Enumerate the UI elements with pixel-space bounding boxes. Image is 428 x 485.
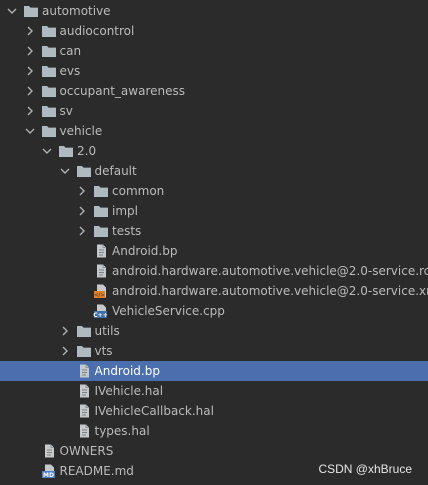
tree-item-vts[interactable]: vts xyxy=(0,341,428,361)
tree-item-owners[interactable]: OWNERS xyxy=(0,441,428,461)
tree-item-label: common xyxy=(112,184,165,198)
file-icon xyxy=(93,244,109,258)
chevron-down-icon[interactable] xyxy=(24,121,36,141)
project-tree: automotive audiocontrol can evs occupant_awa… xyxy=(0,1,428,481)
folder-icon xyxy=(93,204,109,218)
tree-item-android-bp[interactable]: Android.bp xyxy=(0,361,428,381)
tree-item-label: vehicle xyxy=(59,124,103,138)
chevron-right-icon[interactable] xyxy=(59,341,71,361)
tree-item-label: sv xyxy=(59,104,73,118)
file-icon xyxy=(76,424,92,438)
tree-item-android-hardware-automotive-vehicle-2-0-service-xml[interactable]: </> android.hardware.automotive.vehicle@2… xyxy=(0,281,428,301)
folder-icon xyxy=(76,344,92,358)
file-icon xyxy=(76,364,92,378)
tree-item-types-hal[interactable]: types.hal xyxy=(0,421,428,441)
folder-icon xyxy=(76,164,92,178)
tree-item-label: default xyxy=(94,164,137,178)
tree-item-label: android.hardware.automotive.vehicle@2.0-… xyxy=(112,284,428,298)
file-icon xyxy=(76,404,92,418)
tree-item-label: android.hardware.automotive.vehicle@2.0-… xyxy=(112,264,428,278)
tree-item-evs[interactable]: evs xyxy=(0,61,428,81)
tree-item-ivehiclecallback-hal[interactable]: IVehicleCallback.hal xyxy=(0,401,428,421)
folder-icon xyxy=(23,4,39,18)
xml-file-icon: </> xyxy=(93,284,109,298)
file-icon xyxy=(93,264,109,278)
tree-item-label: 2.0 xyxy=(77,144,97,158)
tree-item-label: IVehicleCallback.hal xyxy=(94,404,214,418)
tree-item-can[interactable]: can xyxy=(0,41,428,61)
folder-icon xyxy=(93,224,109,238)
tree-item-ivehicle-hal[interactable]: IVehicle.hal xyxy=(0,381,428,401)
chevron-right-icon[interactable] xyxy=(24,21,36,41)
tree-item-label: occupant_awareness xyxy=(59,84,186,98)
chevron-right-icon[interactable] xyxy=(76,201,88,221)
svg-text:C++: C++ xyxy=(93,312,107,318)
tree-item-label: types.hal xyxy=(94,424,150,438)
chevron-right-icon[interactable] xyxy=(24,61,36,81)
folder-icon xyxy=(58,144,74,158)
file-icon xyxy=(41,444,57,458)
tree-item-vehicleservice-cpp[interactable]: C++ VehicleService.cpp xyxy=(0,301,428,321)
tree-item-label: can xyxy=(59,44,82,58)
tree-item-label: automotive xyxy=(42,4,111,18)
folder-icon xyxy=(41,84,57,98)
folder-icon xyxy=(41,104,57,118)
tree-item-2-0[interactable]: 2.0 xyxy=(0,141,428,161)
tree-item-label: Android.bp xyxy=(94,364,160,378)
chevron-down-icon[interactable] xyxy=(59,161,71,181)
tree-item-label: evs xyxy=(59,64,81,78)
svg-text:</>: </> xyxy=(94,293,105,298)
tree-item-label: tests xyxy=(112,224,142,238)
tree-item-android-bp[interactable]: Android.bp xyxy=(0,241,428,261)
cpp-file-icon: C++ xyxy=(93,304,109,318)
tree-item-vehicle[interactable]: vehicle xyxy=(0,121,428,141)
tree-item-label: audiocontrol xyxy=(59,24,135,38)
chevron-right-icon[interactable] xyxy=(76,181,88,201)
folder-icon xyxy=(93,184,109,198)
tree-item-label: impl xyxy=(112,204,138,218)
folder-icon xyxy=(41,124,57,138)
chevron-right-icon[interactable] xyxy=(24,41,36,61)
tree-item-sv[interactable]: sv xyxy=(0,101,428,121)
tree-item-label: IVehicle.hal xyxy=(94,384,164,398)
tree-item-label: OWNERS xyxy=(59,444,114,458)
tree-item-impl[interactable]: impl xyxy=(0,201,428,221)
chevron-down-icon[interactable] xyxy=(6,1,18,21)
folder-icon xyxy=(41,64,57,78)
tree-item-audiocontrol[interactable]: audiocontrol xyxy=(0,21,428,41)
markdown-file-icon: MD xyxy=(41,464,57,478)
chevron-down-icon[interactable] xyxy=(41,141,53,161)
folder-icon xyxy=(76,324,92,338)
tree-item-android-hardware-automotive-vehicle-2-0-service-rc[interactable]: android.hardware.automotive.vehicle@2.0-… xyxy=(0,261,428,281)
tree-item-label: Android.bp xyxy=(112,244,178,258)
tree-item-occupant-awareness[interactable]: occupant_awareness xyxy=(0,81,428,101)
tree-item-label: vts xyxy=(94,344,113,358)
tree-item-automotive[interactable]: automotive xyxy=(0,1,428,21)
svg-text:MD: MD xyxy=(43,472,54,478)
file-icon xyxy=(76,384,92,398)
tree-item-tests[interactable]: tests xyxy=(0,221,428,241)
folder-icon xyxy=(41,24,57,38)
tree-item-default[interactable]: default xyxy=(0,161,428,181)
tree-item-common[interactable]: common xyxy=(0,181,428,201)
chevron-right-icon[interactable] xyxy=(76,221,88,241)
tree-item-label: VehicleService.cpp xyxy=(112,304,225,318)
tree-item-utils[interactable]: utils xyxy=(0,321,428,341)
watermark: CSDN @xhBruce xyxy=(318,462,412,476)
tree-item-label: README.md xyxy=(59,464,134,478)
folder-icon xyxy=(41,44,57,58)
chevron-right-icon[interactable] xyxy=(59,321,71,341)
chevron-right-icon[interactable] xyxy=(24,81,36,101)
chevron-right-icon[interactable] xyxy=(24,101,36,121)
tree-item-label: utils xyxy=(94,324,120,338)
